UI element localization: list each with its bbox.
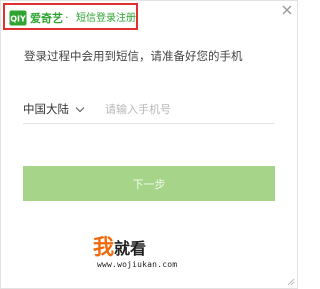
dialog-header: QIY 爱奇艺 · 短信登录注册 [3,3,138,30]
watermark-brand: 我就看 [93,235,146,261]
sms-login-dialog: QIY 爱奇艺 · 短信登录注册 登录过程中会用到短信，请准备好您的手机 中国大… [0,0,298,289]
header-separator: · [65,11,69,24]
country-select[interactable]: 中国大陆 [23,99,93,119]
watermark-url: www.wojiukan.com [97,260,178,269]
brand-name: 爱奇艺 [30,12,63,25]
country-select-value: 中国大陆 [23,102,69,116]
watermark-brand-rest: 就看 [114,239,147,258]
chevron-down-icon [75,106,85,112]
svg-text:QIY: QIY [10,15,26,24]
next-step-button[interactable]: 下一步 [23,166,275,201]
iqiyi-logo-icon: QIY [9,10,27,26]
dialog-title: 短信登录注册 [76,13,136,24]
resize-icon[interactable] [287,278,295,286]
site-watermark: 我就看 www.wojiukan.com [93,235,203,275]
watermark-brand-first: 我 [93,235,114,259]
phone-number-input[interactable] [105,98,275,120]
input-underline [23,123,274,124]
sms-instruction-text: 登录过程中会用到短信，请准备好您的手机 [24,49,243,63]
close-icon[interactable] [281,4,293,16]
